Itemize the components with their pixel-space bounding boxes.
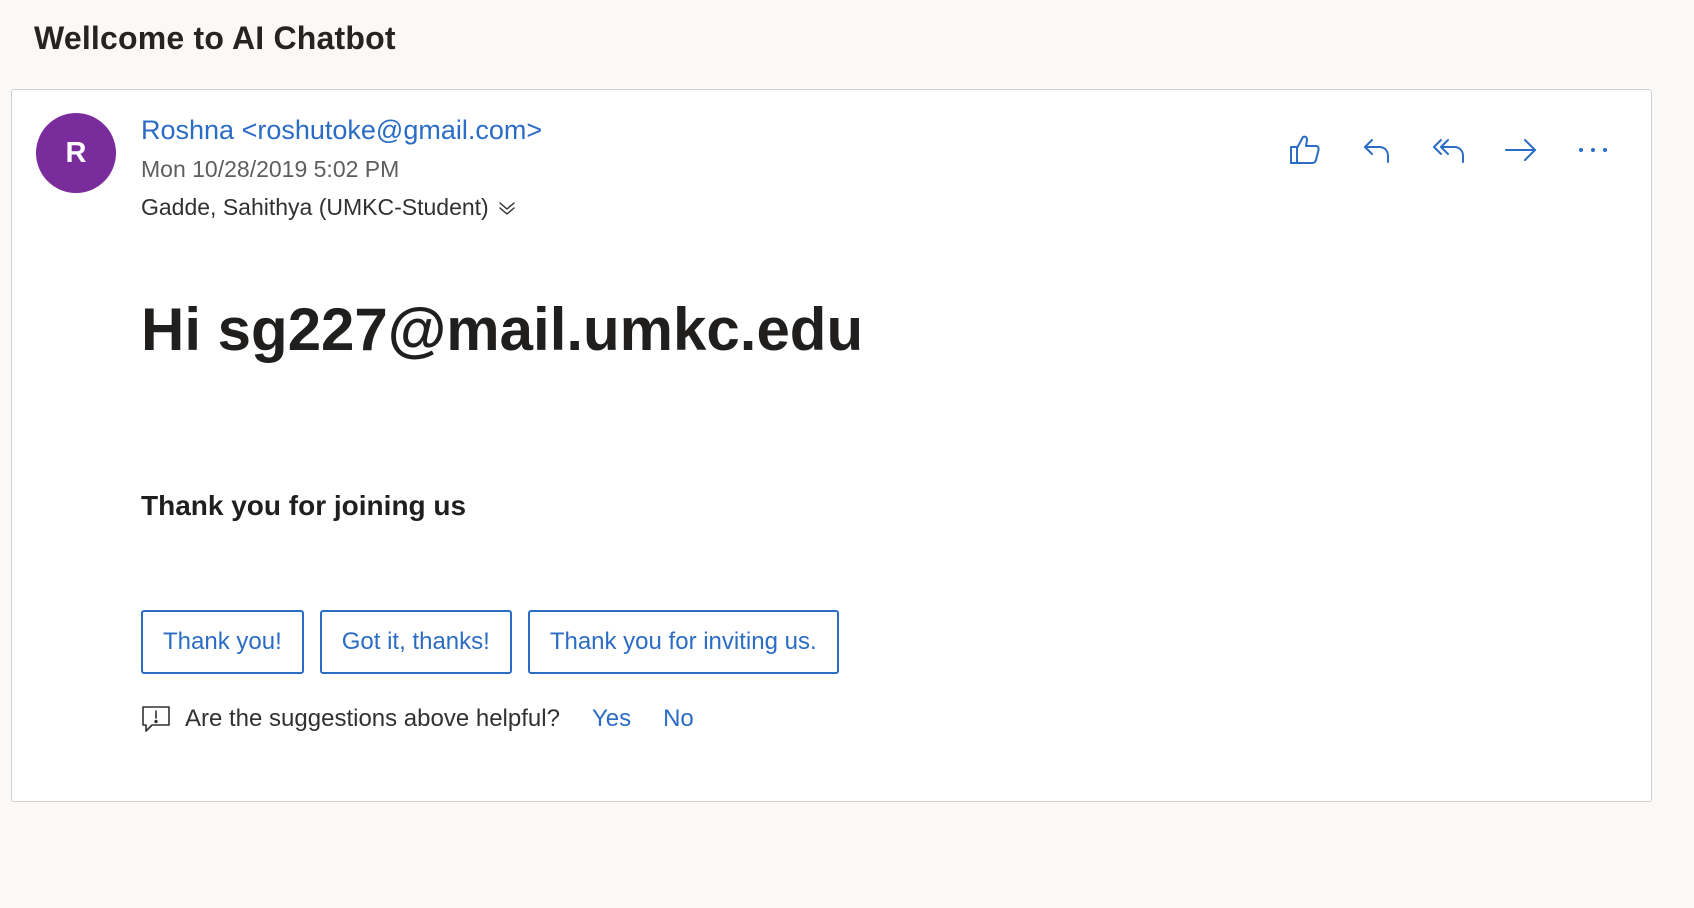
feedback-yes-link[interactable]: Yes <box>592 705 631 733</box>
recipient-line: Gadde, Sahithya (UMKC-Student) <box>141 194 517 221</box>
sender-avatar[interactable]: R <box>36 113 116 193</box>
message-card: R Roshna <roshutoke@gmail.com> Mon 10/28… <box>11 89 1652 802</box>
feedback-icon <box>141 704 171 734</box>
more-icon <box>1579 148 1607 152</box>
sender-name[interactable]: Roshna <roshutoke@gmail.com> <box>141 115 542 146</box>
suggested-reply-button[interactable]: Thank you for inviting us. <box>527 610 839 674</box>
reply-icon <box>1364 139 1389 163</box>
message-action-bar <box>1283 128 1615 172</box>
like-icon <box>1290 135 1320 164</box>
reply-all-button[interactable] <box>1427 128 1471 172</box>
suggestions-feedback: Are the suggestions above helpful? Yes N… <box>141 704 694 734</box>
feedback-question: Are the suggestions above helpful? <box>185 705 560 732</box>
recipient-name: Gadde, Sahithya (UMKC-Student) <box>141 194 489 220</box>
reply-button[interactable] <box>1355 128 1399 172</box>
suggested-reply-button[interactable]: Thank you! <box>141 610 304 674</box>
reply-all-icon <box>1433 139 1464 163</box>
message-datetime: Mon 10/28/2019 5:02 PM <box>141 156 400 182</box>
expand-recipients-icon[interactable] <box>497 198 517 218</box>
feedback-no-link[interactable]: No <box>663 705 694 733</box>
like-button[interactable] <box>1283 128 1327 172</box>
message-body-text: Thank you for joining us <box>141 490 467 521</box>
message-subject: Wellcome to AI Chatbot <box>34 20 396 56</box>
more-actions-button[interactable] <box>1571 128 1615 172</box>
forward-button[interactable] <box>1499 128 1543 172</box>
message-greeting: Hi sg227@mail.umkc.edu <box>141 296 864 363</box>
suggested-reply-button[interactable]: Got it, thanks! <box>319 610 512 674</box>
suggested-replies: Thank you! Got it, thanks! Thank you for… <box>141 610 839 674</box>
forward-icon <box>1505 139 1536 161</box>
